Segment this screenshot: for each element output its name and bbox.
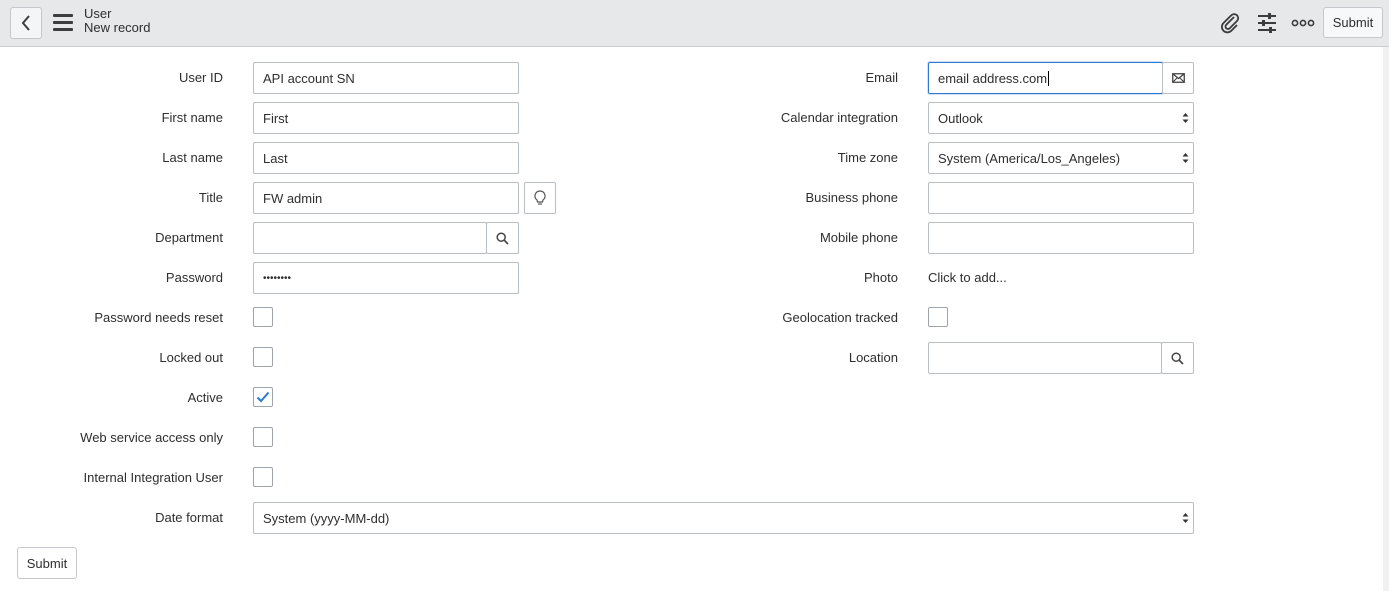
business-phone-input[interactable] [928, 182, 1194, 214]
select-arrows-icon [1182, 513, 1189, 523]
chevron-left-icon [21, 15, 30, 31]
page-subtitle: New record [84, 20, 151, 35]
first-name-label: First name [161, 110, 223, 125]
password-input[interactable]: •••••••• [253, 262, 519, 294]
photo-label: Photo [864, 270, 898, 285]
department-lookup-button[interactable] [486, 222, 519, 254]
user-id-label: User ID [178, 70, 223, 85]
business-phone-label: Business phone [805, 190, 898, 205]
first-name-input[interactable]: First [253, 102, 519, 134]
back-button[interactable] [10, 7, 42, 39]
time-zone-label: Time zone [837, 150, 898, 165]
hamburger-icon[interactable] [53, 14, 73, 32]
department-label: Department [155, 230, 223, 245]
email-input[interactable]: email address.com [928, 62, 1163, 94]
title-input[interactable]: FW admin [253, 182, 519, 214]
time-zone-select[interactable]: System (America/Los_Angeles) [928, 142, 1194, 174]
page-title: User [84, 6, 112, 21]
location-lookup-button[interactable] [1161, 342, 1194, 374]
email-value: email address.com [938, 70, 1048, 86]
email-action-button[interactable] [1162, 62, 1194, 94]
time-zone-value: System (America/Los_Angeles) [938, 150, 1121, 166]
title-suggestion-button[interactable] [524, 182, 556, 214]
geolocation-tracked-label: Geolocation tracked [782, 310, 898, 325]
sliders-icon[interactable] [1255, 11, 1279, 35]
search-icon [1171, 351, 1184, 365]
user-id-input[interactable]: API account SN [253, 62, 519, 94]
more-options-icon[interactable] [1291, 11, 1315, 35]
paperclip-icon[interactable] [1218, 11, 1242, 35]
date-format-label: Date format [155, 510, 223, 525]
web-service-access-only-checkbox[interactable] [253, 427, 273, 447]
text-cursor [1048, 70, 1050, 86]
search-icon [496, 231, 509, 245]
internal-integration-user-label: Internal Integration User [83, 470, 223, 485]
select-arrows-icon [1182, 113, 1189, 123]
date-format-select[interactable]: System (yyyy-MM-dd) [253, 502, 1194, 534]
calendar-integration-label: Calendar integration [780, 110, 898, 125]
calendar-integration-value: Outlook [938, 110, 983, 126]
web-service-access-only-label: Web service access only [80, 430, 223, 445]
last-name-input[interactable]: Last [253, 142, 519, 174]
department-input[interactable] [253, 222, 487, 254]
locked-out-checkbox[interactable] [253, 347, 273, 367]
photo-add-link[interactable]: Click to add... [928, 270, 1007, 286]
geolocation-tracked-checkbox[interactable] [928, 307, 948, 327]
password-needs-reset-label: Password needs reset [94, 310, 223, 325]
locked-out-label: Locked out [159, 350, 223, 365]
password-label: Password [165, 270, 223, 285]
password-needs-reset-checkbox[interactable] [253, 307, 273, 327]
submit-button[interactable]: Submit [17, 547, 77, 579]
date-format-value: System (yyyy-MM-dd) [263, 510, 390, 526]
envelope-icon [1171, 73, 1185, 83]
scrollbar[interactable] [1383, 47, 1389, 591]
title-label: Title [198, 190, 223, 205]
form-header: User New record Submit [0, 0, 1389, 47]
record-title: User New record [84, 7, 150, 35]
lightbulb-icon [534, 190, 546, 205]
calendar-integration-select[interactable]: Outlook [928, 102, 1194, 134]
header-submit-button[interactable]: Submit [1323, 7, 1383, 38]
location-input[interactable] [928, 342, 1162, 374]
last-name-label: Last name [162, 150, 223, 165]
email-label: Email [865, 70, 898, 85]
active-label: Active [187, 390, 223, 405]
mobile-phone-input[interactable] [928, 222, 1194, 254]
location-label: Location [848, 350, 898, 365]
select-arrows-icon [1182, 153, 1189, 163]
internal-integration-user-checkbox[interactable] [253, 467, 273, 487]
active-checkbox[interactable] [253, 387, 273, 407]
checkmark-icon [256, 391, 270, 403]
mobile-phone-label: Mobile phone [819, 230, 898, 245]
